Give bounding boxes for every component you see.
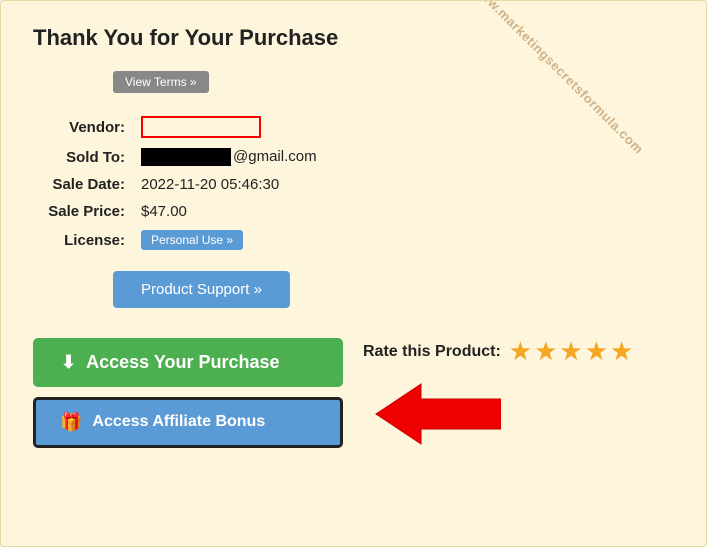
order-info-table: Vendor: Sold To: @gmail.com Sale Date: 2… — [33, 111, 674, 255]
vendor-box — [141, 116, 261, 138]
star-5[interactable]: ★ — [610, 336, 633, 367]
star-2[interactable]: ★ — [534, 336, 557, 367]
arrow-container — [371, 379, 501, 449]
rate-label: Rate this Product: — [363, 343, 501, 361]
gift-icon: 🎁 — [60, 412, 82, 433]
license-row: License: Personal Use » — [33, 225, 674, 255]
sale-date-row: Sale Date: 2022-11-20 05:46:30 — [33, 171, 674, 198]
license-badge[interactable]: Personal Use » — [141, 230, 243, 250]
red-arrow-icon — [371, 379, 501, 449]
sold-to-email: @gmail.com — [233, 148, 317, 165]
rate-row: Rate this Product: ★ ★ ★ ★ ★ — [363, 336, 633, 367]
access-purchase-button[interactable]: ⬇ Access Your Purchase — [33, 338, 343, 387]
access-affiliate-label: Access Affiliate Bonus — [92, 413, 265, 431]
star-1[interactable]: ★ — [509, 336, 532, 367]
access-affiliate-button[interactable]: 🎁 Access Affiliate Bonus — [33, 397, 343, 448]
sale-price-label: Sale Price: — [33, 198, 133, 225]
view-terms-button[interactable]: View Terms » — [113, 71, 209, 93]
license-label: License: — [33, 225, 133, 255]
sold-to-row: Sold To: @gmail.com — [33, 143, 674, 171]
vendor-row: Vendor: — [33, 111, 674, 143]
bottom-row: ⬇ Access Your Purchase 🎁 Access Affiliat… — [33, 336, 674, 449]
sold-to-redacted — [141, 148, 231, 166]
sale-price-value: $47.00 — [133, 198, 674, 225]
vendor-value — [133, 111, 674, 143]
action-buttons: ⬇ Access Your Purchase 🎁 Access Affiliat… — [33, 338, 343, 448]
sale-date-label: Sale Date: — [33, 171, 133, 198]
rating-section: Rate this Product: ★ ★ ★ ★ ★ — [363, 336, 633, 449]
sold-to-value: @gmail.com — [133, 143, 674, 171]
sale-price-row: Sale Price: $47.00 — [33, 198, 674, 225]
vendor-label: Vendor: — [33, 111, 133, 143]
product-support-button[interactable]: Product Support » — [113, 271, 290, 308]
thank-you-card: www.marketingsecretsformula.com Thank Yo… — [0, 0, 707, 547]
download-icon: ⬇ — [61, 352, 76, 373]
access-purchase-label: Access Your Purchase — [86, 352, 279, 373]
sale-date-value: 2022-11-20 05:46:30 — [133, 171, 674, 198]
star-3[interactable]: ★ — [559, 336, 582, 367]
star-4[interactable]: ★ — [585, 336, 608, 367]
page-title: Thank You for Your Purchase — [33, 25, 674, 51]
star-rating[interactable]: ★ ★ ★ ★ ★ — [509, 336, 634, 367]
sold-to-label: Sold To: — [33, 143, 133, 171]
license-value: Personal Use » — [133, 225, 674, 255]
